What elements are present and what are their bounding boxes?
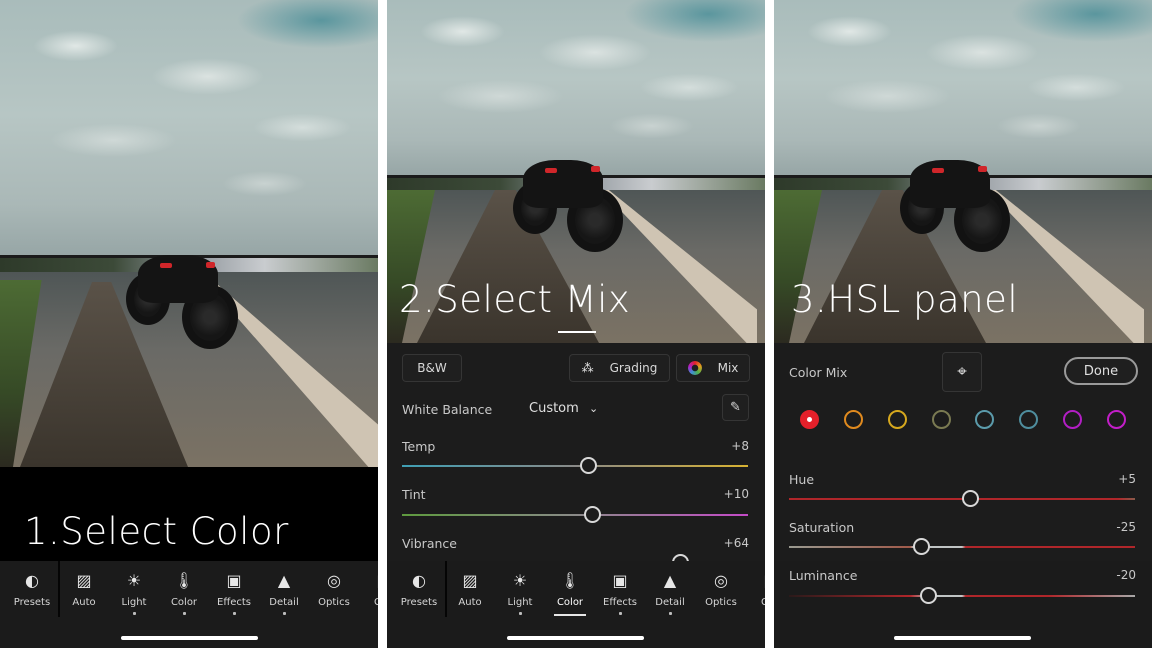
targeted-adjustment-button[interactable]: ⌖ [942,352,982,392]
step-3-panel: 3.HSL panel Color Mix ⌖ Done Hue +5 Satu… [774,0,1152,648]
saturation-slider[interactable] [789,546,1135,548]
detail-icon: ▲ [663,571,677,590]
presets-icon: ◐ [412,571,426,590]
step-caption: 1.Select Color [24,510,289,553]
tool-light[interactable]: ☀ Light [495,569,545,615]
white-balance-label: White Balance [402,402,493,417]
mix-button[interactable]: Mix [676,354,750,382]
photo-preview [0,0,378,467]
bw-button[interactable]: B&W [402,354,462,382]
edit-toolbar: ◐ Presets ▨ Auto ☀ Light 🌡 Color ▣ Effects ▲ D… [387,561,765,648]
tool-presets[interactable]: ◐ Presets [394,569,444,608]
color-icon: 🌡 [559,571,581,590]
swatch-green[interactable] [932,410,951,429]
temp-slider[interactable] [402,465,748,467]
tool-optics[interactable]: ◎ Optics [696,569,746,608]
vibrance-value: +64 [723,536,749,550]
done-button[interactable]: Done [1064,357,1138,385]
tool-color-active[interactable]: 🌡 Color [545,569,595,616]
luminance-label: Luminance [789,568,858,583]
swatch-red[interactable] [800,410,819,429]
temp-slider-thumb[interactable] [580,457,597,474]
light-icon: ☀ [126,571,142,590]
swatch-blue[interactable] [1019,410,1038,429]
detail-icon: ▲ [277,571,291,590]
optics-icon: ◎ [714,571,728,590]
swatch-magenta[interactable] [1107,410,1126,429]
grading-button[interactable]: ⁂ Grading [569,354,670,382]
effects-icon: ▣ [612,571,628,590]
hue-label: Hue [789,472,815,487]
motorcycle [892,140,1022,255]
step-caption: 2.Select Mix [399,278,631,321]
saturation-value: -25 [1116,520,1136,534]
tool-geometry[interactable]: ▥Geo [359,569,378,608]
home-indicator[interactable] [894,636,1031,640]
tool-color[interactable]: 🌡 Color [159,569,209,615]
chevron-down-icon: ⌄ [588,402,599,415]
active-tab-indicator [554,614,586,616]
white-balance-dropdown[interactable]: Custom ⌄ [529,401,598,416]
optics-icon: ◎ [327,571,341,590]
presets-icon: ◐ [25,571,39,590]
tool-auto[interactable]: ▨ Auto [445,569,495,608]
luminance-slider[interactable] [789,595,1135,597]
grading-icon: ⁂ [581,361,594,375]
saturation-slider-thumb[interactable] [913,538,930,555]
tint-label: Tint [402,487,426,502]
hue-value: +5 [1118,472,1136,486]
edit-toolbar: ◐ Presets ▨ Auto ☀ Light 🌡 Color ▣ Effects ▲ D… [0,561,378,648]
vibrance-label: Vibrance [402,536,457,551]
effects-icon: ▣ [226,571,242,590]
temp-label: Temp [402,439,436,454]
geometry-icon: ▥ [746,569,765,593]
tool-auto[interactable]: ▨ Auto [59,569,109,608]
temp-value: +8 [731,439,749,453]
auto-icon: ▨ [462,571,478,590]
tool-optics[interactable]: ◎ Optics [309,569,359,608]
target-icon: ⌖ [957,362,967,382]
luminance-slider-thumb[interactable] [920,587,937,604]
tool-detail[interactable]: ▲ Detail [259,569,309,615]
tool-presets[interactable]: ◐ Presets [7,569,57,608]
auto-icon: ▨ [76,571,92,590]
tool-detail[interactable]: ▲ Detail [645,569,695,615]
swatch-yellow[interactable] [888,410,907,429]
swatch-purple[interactable] [1063,410,1082,429]
hue-slider-thumb[interactable] [962,490,979,507]
home-indicator[interactable] [507,636,644,640]
tutorial-collage: 1.Select Color ◐ Presets ▨ Auto ☀ Light 🌡 Co… [0,0,1152,648]
eyedropper-icon: ✎ [730,400,741,415]
luminance-value: -20 [1116,568,1136,582]
motorcycle [120,235,250,350]
step-2-panel: 2.Select Mix B&W ⁂ Grading Mix White Bal… [387,0,765,648]
tool-effects[interactable]: ▣ Effects [595,569,645,615]
tool-geometry[interactable]: ▥Geo [746,569,765,608]
swatch-orange[interactable] [844,410,863,429]
step-caption: 3.HSL panel [791,278,1019,321]
color-wheel-icon [687,361,702,375]
color-mix-title: Color Mix [789,365,848,380]
tool-light[interactable]: ☀ Light [109,569,159,615]
motorcycle [505,140,635,255]
tint-slider-thumb[interactable] [584,506,601,523]
caption-underline [558,331,596,333]
light-icon: ☀ [512,571,528,590]
tint-value: +10 [723,487,749,501]
color-icon: 🌡 [173,571,195,590]
home-indicator[interactable] [121,636,258,640]
step-1-panel: 1.Select Color ◐ Presets ▨ Auto ☀ Light 🌡 Co… [0,0,378,648]
eyedropper-button[interactable]: ✎ [722,394,749,421]
swatch-aqua[interactable] [975,410,994,429]
saturation-label: Saturation [789,520,855,535]
tool-effects[interactable]: ▣ Effects [209,569,259,615]
geometry-icon: ▥ [359,569,378,593]
tint-slider[interactable] [402,514,748,516]
